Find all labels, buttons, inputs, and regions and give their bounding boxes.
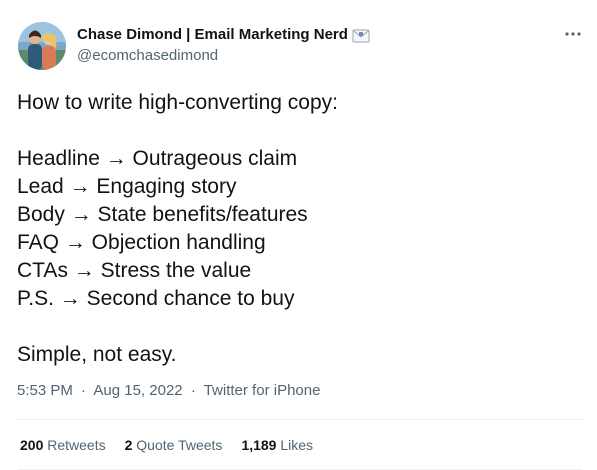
tweet-line: How to write high-converting copy: (17, 91, 338, 114)
divider (17, 419, 583, 420)
more-options-button[interactable] (556, 22, 590, 46)
author-block: Chase Dimond | Email Marketing Nerd @eco… (77, 25, 370, 66)
tweet-source-link[interactable]: Twitter for iPhone (204, 382, 321, 399)
tweet-line: Headline → Outrageous claim (17, 147, 298, 170)
quote-tweets-link[interactable]: 2 Quote Tweets (125, 435, 223, 455)
tweet-line: P.S. → Second chance to buy (17, 287, 295, 310)
tweet-time-link[interactable]: 5:53 PM · Aug 15, 2022 (17, 382, 187, 399)
quote-tweets-count: 2 (124, 437, 133, 453)
author-handle[interactable]: @ecomchasedimond (77, 46, 370, 66)
author-name-text: Chase Dimond | Email Marketing Nerd (77, 26, 348, 43)
quote-tweets-label: Quote Tweets (136, 437, 223, 453)
envelope-icon (352, 29, 370, 43)
meta-separator: · (190, 382, 196, 399)
author-display-name[interactable]: Chase Dimond | Email Marketing Nerd (77, 25, 370, 45)
retweets-link[interactable]: 200 Retweets (20, 435, 106, 455)
meta-separator: · (81, 382, 87, 399)
tweet-line: Lead → Engaging story (17, 175, 237, 198)
tweet-line: FAQ → Objection handling (17, 231, 266, 254)
tweet-metadata: 5:53 PM · Aug 15, 2022 · Twitter for iPh… (17, 381, 320, 401)
retweets-count: 200 (20, 437, 44, 453)
likes-count: 1,189 (241, 437, 277, 453)
tweet-time: 5:53 PM (17, 382, 73, 399)
tweet-line: Body → State benefits/features (17, 203, 308, 226)
retweets-label: Retweets (47, 437, 106, 453)
tweet-date: Aug 15, 2022 (93, 382, 183, 399)
engagement-stats: 200 Retweets 2 Quote Tweets 1,189 Likes (20, 435, 313, 455)
avatar[interactable] (18, 22, 66, 70)
tweet-line: Simple, not easy. (17, 343, 177, 366)
tweet: Chase Dimond | Email Marketing Nerd @eco… (0, 0, 597, 470)
avatar-photo (18, 22, 66, 70)
likes-link[interactable]: 1,189 Likes (241, 435, 313, 455)
likes-label: Likes (280, 437, 314, 453)
more-dots-icon (565, 32, 581, 36)
tweet-line: CTAs → Stress the value (17, 259, 252, 282)
tweet-text: How to write high-converting copy: Headl… (17, 89, 587, 369)
